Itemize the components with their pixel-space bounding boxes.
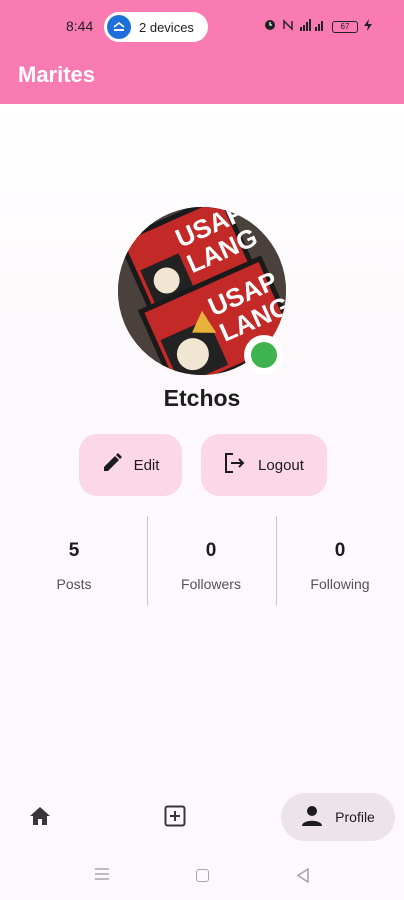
alarm-icon — [264, 19, 276, 34]
logout-icon — [224, 453, 246, 477]
pencil-icon — [102, 453, 122, 477]
app-bar: Marites — [0, 52, 404, 104]
logout-button-label: Logout — [258, 456, 304, 474]
stat-following-value: 0 — [334, 540, 346, 561]
edit-button-label: Edit — [133, 456, 160, 474]
devices-label: 2 devices — [139, 19, 194, 35]
stat-following[interactable]: 0 Following — [276, 516, 404, 606]
nav-profile-label: Profile — [335, 809, 375, 825]
devices-icon — [107, 15, 131, 39]
status-icons: 67 — [264, 19, 372, 34]
bottom-nav: Profile — [0, 784, 404, 850]
add-box-icon — [163, 805, 187, 832]
online-status-dot — [251, 342, 277, 368]
nav-home[interactable] — [28, 804, 54, 830]
profile-username: Etchos — [163, 385, 241, 411]
avatar-container: USAP LANG USAP LANG — [118, 207, 286, 375]
system-nav-bar — [0, 850, 404, 900]
logout-button[interactable]: Logout — [201, 434, 327, 496]
system-home-icon[interactable] — [196, 869, 209, 882]
stat-followers-label: Followers — [181, 576, 241, 592]
online-status-indicator — [244, 335, 284, 375]
stat-posts-label: Posts — [56, 576, 92, 592]
person-icon — [301, 805, 323, 830]
stat-posts[interactable]: 5 Posts — [10, 516, 138, 606]
signal-icon — [300, 19, 326, 34]
stat-following-label: Following — [310, 576, 370, 592]
system-back-icon[interactable] — [296, 867, 310, 888]
stat-posts-value: 5 — [68, 540, 80, 561]
stat-followers[interactable]: 0 Followers — [147, 516, 275, 606]
app-title: Marites — [18, 62, 96, 87]
charging-icon — [364, 19, 372, 34]
nav-profile[interactable]: Profile — [281, 793, 395, 841]
profile-stats: 5 Posts 0 Followers 0 Following — [0, 516, 404, 606]
stat-followers-value: 0 — [205, 540, 217, 561]
recent-apps-icon[interactable] — [94, 867, 110, 886]
devices-pill[interactable]: 2 devices — [104, 12, 208, 42]
home-icon — [28, 807, 52, 832]
battery-icon: 67 — [332, 20, 358, 33]
nfc-icon — [282, 19, 294, 34]
status-time: 8:44 — [66, 18, 94, 34]
edit-button[interactable]: Edit — [79, 434, 182, 496]
status-bar: 8:44 2 devices 67 — [0, 0, 404, 52]
nav-add-post[interactable] — [163, 804, 189, 830]
